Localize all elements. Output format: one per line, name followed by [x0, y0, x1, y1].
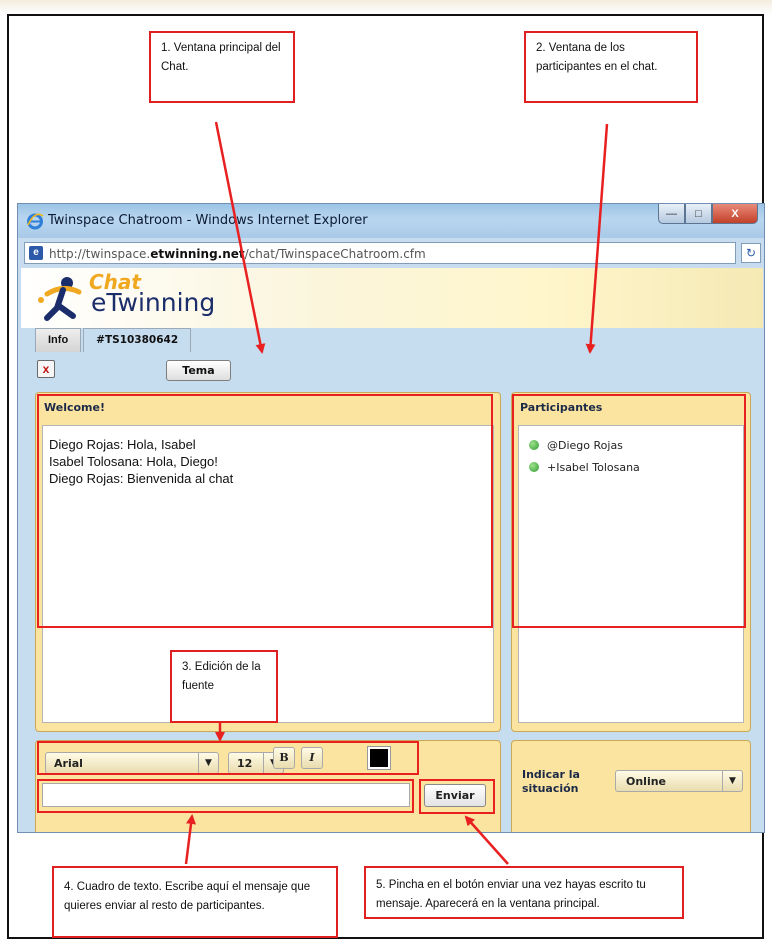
ie-logo-icon — [27, 213, 44, 230]
browser-window: Twinspace Chatroom - Windows Internet Ex… — [17, 203, 765, 833]
participant-name: +Isabel Tolosana — [547, 460, 640, 474]
chat-app: Chat eTwinning Info #TS10380642 x Tema W… — [21, 268, 763, 832]
callout-main-window: 1. Ventana principal del Chat. — [149, 31, 295, 103]
callout-font-editing-text: 3. Edición de la fuente — [182, 661, 261, 692]
status-label: Indicar la situación — [522, 768, 580, 796]
participant-name: @Diego Rojas — [547, 438, 623, 452]
title-bar: Twinspace Chatroom - Windows Internet Ex… — [18, 204, 764, 238]
chat-message: Isabel Tolosana: Hola, Diego! — [49, 454, 218, 469]
app-banner: Chat eTwinning — [21, 268, 763, 328]
status-label-line2: situación — [522, 782, 579, 795]
participants-list[interactable]: @Diego Rojas +Isabel Tolosana — [518, 425, 744, 723]
maximize-button[interactable]: □ — [685, 204, 712, 224]
online-status-icon — [529, 440, 539, 450]
page-icon: e — [29, 246, 43, 260]
chat-panel-title: Welcome! — [44, 401, 105, 414]
chevron-down-icon: ▼ — [722, 771, 742, 791]
callout-font-editing: 3. Edición de la fuente — [170, 650, 278, 723]
status-label-line1: Indicar la — [522, 768, 580, 781]
callout-text-box: 4. Cuadro de texto. Escribe aquí el mens… — [52, 866, 338, 938]
chat-message: Diego Rojas: Hola, Isabel — [49, 437, 196, 452]
window-title: Twinspace Chatroom - Windows Internet Ex… — [48, 213, 368, 228]
chat-message: Diego Rojas: Bienvenida al chat — [49, 471, 234, 486]
address-bar[interactable]: e http://twinspace.etwinning.net/chat/Tw… — [24, 242, 736, 264]
italic-button[interactable]: I — [301, 747, 323, 769]
font-size-value: 12 — [237, 757, 253, 770]
participants-panel-title: Participantes — [520, 401, 603, 414]
address-url: http://twinspace.etwinning.net/chat/Twin… — [49, 247, 426, 261]
window-controls: — □ X — [658, 204, 758, 226]
participant-item[interactable]: +Isabel Tolosana — [529, 456, 733, 478]
font-color-swatch[interactable] — [367, 746, 391, 770]
font-family-value: Arial — [54, 757, 83, 770]
callout-participants-window-text: 2. Ventana de los participantes en el ch… — [536, 42, 658, 73]
message-input[interactable] — [42, 783, 410, 807]
close-chat-button[interactable]: x — [37, 360, 55, 378]
tema-button[interactable]: Tema — [166, 360, 231, 381]
tab-chatroom[interactable]: #TS10380642 — [83, 328, 192, 352]
etwinning-logo-icon — [38, 277, 82, 321]
online-status-icon — [529, 462, 539, 472]
callout-main-window-text: 1. Ventana principal del Chat. — [161, 42, 281, 73]
logo-etwinning-text: eTwinning — [91, 288, 216, 317]
callout-send-text: 5. Pincha en el botón enviar una vez hay… — [376, 879, 646, 910]
participants-panel: Participantes @Diego Rojas +Isabel Tolos… — [511, 392, 751, 732]
top-strip — [0, 0, 772, 14]
callout-participants-window: 2. Ventana de los participantes en el ch… — [524, 31, 698, 103]
compat-view-icon[interactable]: ↻ — [741, 243, 761, 263]
tab-info[interactable]: Info — [35, 328, 82, 352]
callout-send: 5. Pincha en el botón enviar una vez hay… — [364, 866, 684, 919]
callout-text-box-text: 4. Cuadro de texto. Escribe aquí el mens… — [64, 881, 311, 912]
participant-item[interactable]: @Diego Rojas — [529, 434, 733, 456]
chevron-down-icon: ▼ — [198, 753, 218, 773]
minimize-button[interactable]: — — [658, 204, 685, 224]
font-color-fill — [370, 749, 388, 767]
font-family-select[interactable]: Arial ▼ — [45, 752, 219, 774]
status-select[interactable]: Online ▼ — [615, 770, 743, 792]
send-button[interactable]: Enviar — [424, 784, 486, 807]
bold-button[interactable]: B — [273, 747, 295, 769]
status-value: Online — [626, 775, 667, 788]
tab-bar: Info #TS10380642 — [35, 328, 193, 352]
close-window-button[interactable]: X — [712, 204, 758, 224]
